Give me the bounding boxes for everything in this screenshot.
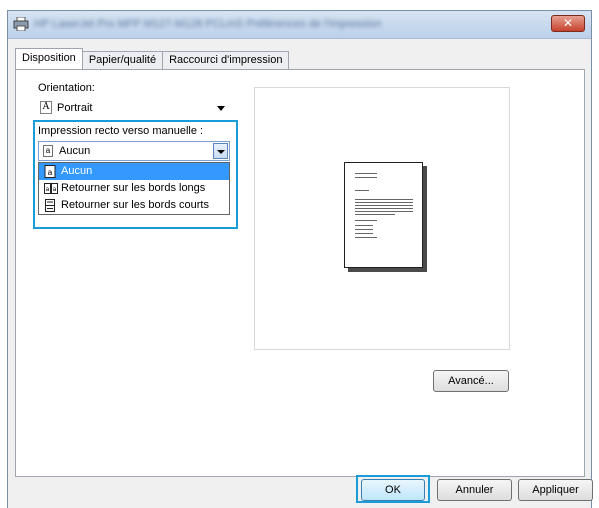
svg-text:a: a: [53, 186, 57, 193]
advanced-button[interactable]: Avancé...: [433, 370, 509, 392]
title-bar[interactable]: HP LaserJet Pro MFP M127-M128 PCLmS Préf…: [8, 11, 591, 39]
dropdown-button[interactable]: [213, 143, 228, 159]
orientation-combo[interactable]: A Portrait: [36, 98, 230, 117]
list-item[interactable]: a Aucun: [39, 163, 229, 180]
ok-button[interactable]: OK: [361, 479, 425, 501]
single-page-icon: a: [43, 145, 53, 157]
cancel-button[interactable]: Annuler: [437, 479, 512, 501]
list-item[interactable]: Retourner sur les bords courts: [39, 197, 229, 214]
tab-print-shortcuts[interactable]: Raccourci d'impression: [162, 51, 290, 69]
list-item-label: Retourner sur les bords longs: [61, 182, 206, 194]
book-short-edge-icon: [45, 199, 55, 212]
duplex-label: Impression recto verso manuelle :: [38, 125, 204, 137]
duplex-combo[interactable]: a Aucun: [38, 141, 230, 161]
duplex-value: Aucun: [59, 145, 91, 157]
apply-button[interactable]: Appliquer: [518, 479, 593, 501]
window-title: HP LaserJet Pro MFP M127-M128 PCLmS Préf…: [34, 19, 382, 30]
duplex-options-list: a Aucun a a Retourner sur les bords long…: [38, 162, 230, 215]
single-page-icon: a: [44, 165, 56, 178]
layout-preview: [254, 87, 510, 350]
book-long-edge-icon: a a: [44, 183, 58, 194]
letter-a-icon: A: [40, 101, 52, 114]
printer-icon: [13, 17, 29, 31]
svg-text:a: a: [48, 168, 53, 177]
close-button[interactable]: ✕: [551, 15, 585, 32]
list-item-label: Aucun: [61, 165, 93, 177]
chevron-down-icon: [217, 106, 225, 111]
orientation-value: Portrait: [57, 102, 93, 114]
document-page-icon: [344, 162, 423, 268]
list-item-label: Retourner sur les bords courts: [61, 199, 209, 211]
tab-paper-quality[interactable]: Papier/qualité: [81, 51, 164, 69]
svg-text:a: a: [46, 186, 50, 193]
tab-disposition[interactable]: Disposition: [15, 48, 83, 69]
tab-strip: Disposition Papier/qualité Raccourci d'i…: [15, 48, 290, 69]
orientation-label: Orientation:: [38, 82, 95, 94]
list-item[interactable]: a a Retourner sur les bords longs: [39, 180, 229, 197]
